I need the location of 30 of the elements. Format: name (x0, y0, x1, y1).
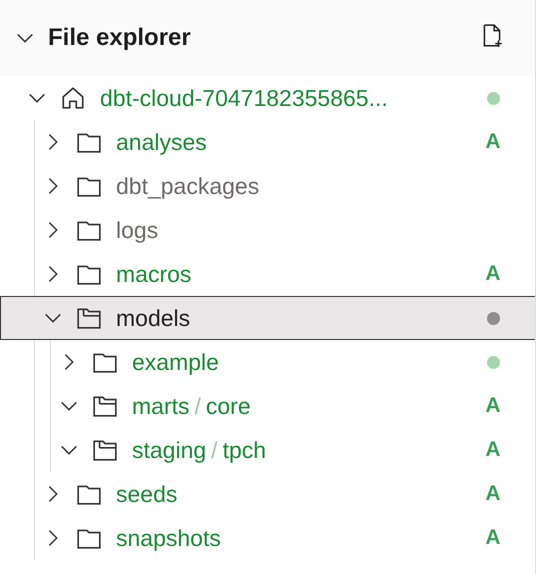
status-letter: A (484, 394, 502, 418)
folder-name: logs (116, 216, 158, 244)
tree-row[interactable]: logs (0, 208, 535, 252)
tree-row[interactable]: seeds A (0, 472, 535, 516)
folder-name: staging / tpch (132, 436, 266, 464)
tree-row[interactable]: analyses A (0, 120, 535, 164)
folder-name: snapshots (116, 524, 221, 552)
folder-name: analyses (116, 128, 207, 156)
folder-name: models (116, 304, 190, 332)
folder-name: dbt-cloud-7047182355865... (100, 84, 388, 112)
status-letter: A (484, 130, 502, 154)
tree-row[interactable]: staging / tpch A (0, 428, 535, 472)
tree-row[interactable]: marts / core A (0, 384, 535, 428)
tree-row[interactable]: macros A (0, 252, 535, 296)
tree-row[interactable]: models (0, 296, 535, 340)
folder-name: macros (116, 260, 192, 288)
folder-name: marts / core (132, 392, 251, 420)
folder-name: dbt_packages (116, 172, 260, 200)
tree-row[interactable]: dbt-cloud-7047182355865... (0, 76, 535, 120)
tree-row[interactable]: example (0, 340, 535, 384)
panel-title: File explorer (48, 24, 191, 52)
tree-row[interactable]: dbt_packages (0, 164, 535, 208)
status-letter: A (484, 438, 502, 462)
status-letter: A (484, 482, 502, 506)
tree-row[interactable]: snapshots A (0, 516, 535, 560)
folder-name: seeds (116, 480, 178, 508)
status-letter: A (484, 262, 502, 286)
folder-name: example (132, 348, 219, 376)
status-letter: A (484, 526, 502, 550)
home-icon (60, 85, 86, 111)
